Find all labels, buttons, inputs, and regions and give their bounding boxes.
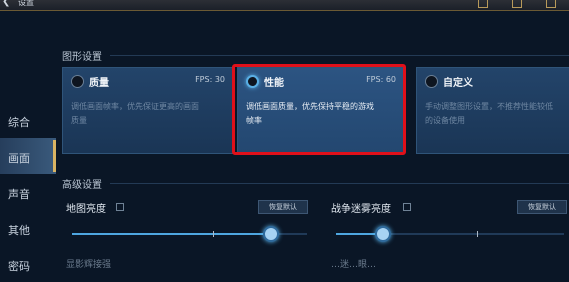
- map-brightness-label: 地图亮度: [66, 204, 106, 215]
- option-title: 自定义: [443, 78, 473, 89]
- map-brightness-reset-button[interactable]: 恢复默认: [258, 200, 308, 214]
- radio-button[interactable]: [71, 75, 84, 88]
- next-setting-label: 显影辉接强: [66, 260, 112, 270]
- option-title: 质量: [89, 78, 109, 89]
- default-tick: [213, 231, 214, 237]
- option-description: 手动调整图形设置，不推荐性能较低 的设备使用: [425, 100, 553, 128]
- advanced-section-title: 高级设置: [62, 180, 102, 191]
- back-arrow-icon[interactable]: ❮: [2, 0, 10, 7]
- sidebar: 综合 画面 声音 其他 密码: [0, 96, 58, 273]
- graphics-section-title: 图形设置: [62, 52, 102, 63]
- sidebar-item-label: 画面: [8, 152, 30, 165]
- selection-highlight-box: [232, 64, 406, 155]
- desc-line: 质量: [71, 116, 87, 125]
- toolbar-icon-3[interactable]: [546, 0, 556, 8]
- info-icon[interactable]: [403, 203, 411, 211]
- top-bar: ❮ 设置: [0, 0, 569, 11]
- desc-line: 调低画面帧率，优先保证更高的画面: [71, 102, 199, 111]
- sidebar-item-label: 密码: [8, 260, 30, 273]
- sidebar-item-graphics[interactable]: 画面: [0, 138, 56, 174]
- sidebar-item-password[interactable]: 密码: [0, 246, 56, 282]
- sidebar-item-general[interactable]: 综合: [0, 102, 56, 138]
- info-icon[interactable]: [116, 203, 124, 211]
- fog-brightness-label: 战争迷雾亮度: [331, 204, 391, 215]
- fog-brightness-slider-track[interactable]: [336, 233, 564, 235]
- fog-brightness-reset-button[interactable]: 恢复默认: [517, 200, 567, 214]
- graphics-option-quality[interactable]: 质量 FPS: 30 调低画面帧率，优先保证更高的画面 质量: [62, 67, 234, 154]
- sidebar-item-sound[interactable]: 声音: [0, 174, 56, 210]
- sidebar-item-label: 其他: [8, 224, 30, 237]
- slider-fill: [72, 233, 270, 235]
- desc-line: 手动调整图形设置，不推荐性能较低: [425, 102, 553, 111]
- radio-button[interactable]: [425, 75, 438, 88]
- sidebar-item-other[interactable]: 其他: [0, 210, 56, 246]
- map-brightness-slider-handle[interactable]: [263, 226, 279, 242]
- section-divider: [110, 55, 569, 56]
- default-tick: [477, 231, 478, 237]
- graphics-option-custom[interactable]: 自定义 手动调整图形设置，不推荐性能较低 的设备使用: [416, 67, 569, 154]
- option-description: 调低画面帧率，优先保证更高的画面 质量: [71, 100, 199, 128]
- fog-brightness-slider-handle[interactable]: [375, 226, 391, 242]
- next-setting-label: …迷…眼…: [331, 260, 377, 270]
- sidebar-item-label: 综合: [8, 116, 30, 129]
- fps-label: FPS: 30: [195, 75, 225, 84]
- desc-line: 的设备使用: [425, 116, 465, 125]
- section-divider: [110, 183, 569, 184]
- toolbar-icon-1[interactable]: [478, 0, 488, 8]
- sidebar-item-label: 声音: [8, 188, 30, 201]
- page-title: 设置: [18, 0, 34, 7]
- toolbar-icon-2[interactable]: [512, 0, 522, 8]
